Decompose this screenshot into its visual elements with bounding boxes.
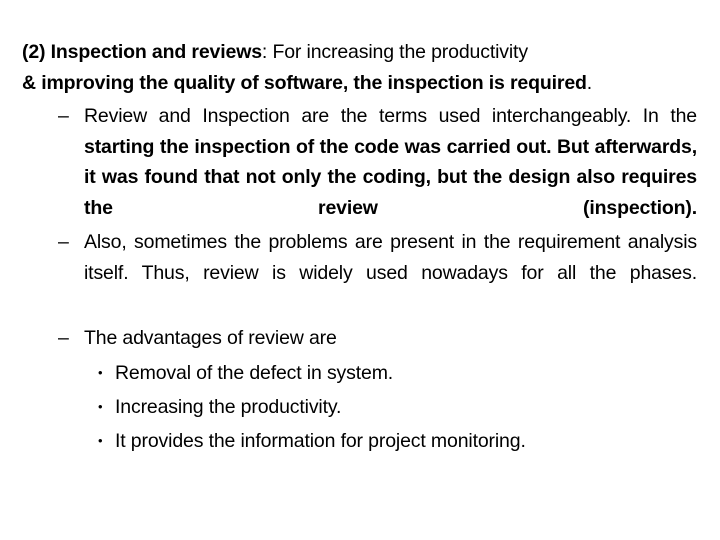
list-item-text: Removal of the defect in system. xyxy=(115,362,394,384)
list-item: • Removal of the defect in system. xyxy=(98,358,697,389)
en-dash-icon: – xyxy=(58,231,69,253)
list-item-text-regular: The advantages of review are xyxy=(84,327,337,349)
heading-title-bold: (2) Inspection and reviews xyxy=(22,41,262,63)
round-bullet-icon: • xyxy=(98,399,103,414)
list-item: • It provides the information for projec… xyxy=(98,426,697,457)
list-item: – The advantages of review are xyxy=(58,323,697,354)
heading-line-2: & improving the quality of software, the… xyxy=(22,68,698,99)
list-item: • Increasing the productivity. xyxy=(98,392,697,423)
heading-line-2-bold: & improving the quality of software, the… xyxy=(22,71,587,94)
heading-line-1: (2) Inspection and reviews: For increasi… xyxy=(22,37,698,68)
list-item-text-bold: starting the inspection of the code was … xyxy=(84,135,697,219)
list-item-text: The advantages of review are xyxy=(84,323,697,354)
list-item-text: Also, sometimes the problems are present… xyxy=(84,227,697,319)
list-item-text-regular: Also, sometimes the problems are present… xyxy=(84,231,697,284)
heading-title-regular: : For increasing the productivity xyxy=(261,41,528,63)
en-dash-icon: – xyxy=(58,105,69,127)
round-bullet-icon: • xyxy=(98,433,103,448)
en-dash-icon: – xyxy=(58,327,69,349)
heading-line-2-period: . xyxy=(586,71,593,94)
heading-paragraph: (2) Inspection and reviews: For increasi… xyxy=(22,37,698,98)
round-bullet-icon: • xyxy=(98,365,103,380)
slide-canvas: (2) Inspection and reviews: For increasi… xyxy=(0,0,720,540)
list-item-text: Increasing the productivity. xyxy=(115,396,342,418)
list-item: – Also, sometimes the problems are prese… xyxy=(58,227,697,319)
list-item-text: It provides the information for project … xyxy=(115,430,526,452)
list-item-text-regular: Review and Inspection are the terms used… xyxy=(84,105,697,127)
